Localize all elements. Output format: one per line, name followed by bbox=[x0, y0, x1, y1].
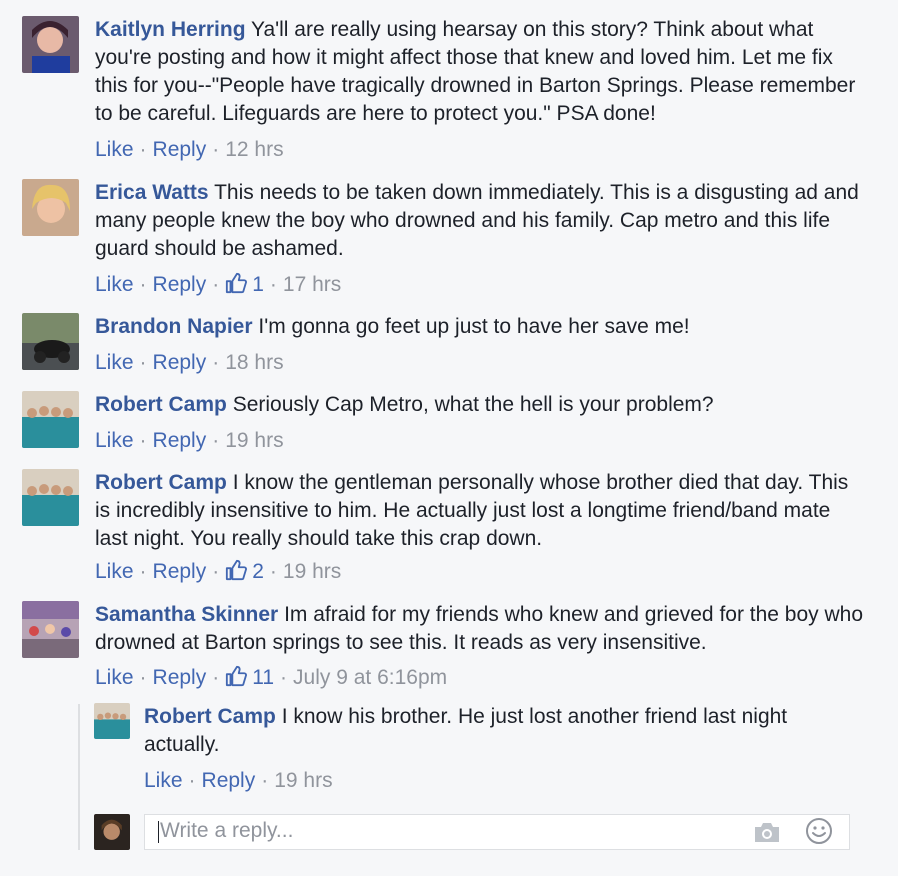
like-button[interactable]: Like bbox=[95, 666, 134, 689]
comment-body: Robert Camp Seriously Cap Metro, what th… bbox=[95, 391, 865, 419]
comment-actions: Like · Reply · 12 hrs bbox=[95, 136, 284, 164]
thumbs-up-icon bbox=[226, 559, 248, 581]
comment-author[interactable]: Samantha Skinner bbox=[95, 603, 278, 626]
like-count[interactable]: 1 bbox=[225, 272, 264, 296]
avatar bbox=[94, 814, 130, 850]
comment-time[interactable]: 18 hrs bbox=[225, 351, 283, 374]
separator: · bbox=[212, 138, 220, 161]
reply-button[interactable]: Reply bbox=[153, 273, 207, 296]
separator: · bbox=[261, 769, 269, 792]
comment-author[interactable]: Robert Camp bbox=[95, 393, 227, 416]
separator: · bbox=[139, 666, 147, 689]
like-count[interactable]: 2 bbox=[225, 559, 264, 583]
avatar[interactable] bbox=[22, 601, 79, 658]
comment-actions: Like · Reply · 18 hrs bbox=[95, 349, 284, 377]
avatar[interactable] bbox=[22, 179, 79, 236]
comment-time[interactable]: 12 hrs bbox=[225, 138, 283, 161]
thumbs-up-icon bbox=[226, 272, 248, 294]
reply-button[interactable]: Reply bbox=[153, 351, 207, 374]
separator: · bbox=[280, 666, 288, 689]
comment-time[interactable]: 19 hrs bbox=[283, 560, 341, 583]
avatar[interactable] bbox=[22, 391, 79, 448]
comment-time[interactable]: 19 hrs bbox=[274, 769, 332, 792]
like-button[interactable]: Like bbox=[95, 351, 134, 374]
comment-author[interactable]: Erica Watts bbox=[95, 181, 209, 204]
avatar[interactable] bbox=[94, 703, 130, 739]
comment-author[interactable]: Kaitlyn Herring bbox=[95, 18, 246, 41]
separator: · bbox=[139, 429, 147, 452]
comment-body: Robert Camp I know his brother. He just … bbox=[144, 703, 844, 759]
like-count-value: 1 bbox=[252, 273, 264, 296]
separator: · bbox=[139, 351, 147, 374]
separator: · bbox=[139, 273, 147, 296]
like-button[interactable]: Like bbox=[95, 138, 134, 161]
reply-button[interactable]: Reply bbox=[202, 769, 256, 792]
comment-text: Seriously Cap Metro, what the hell is yo… bbox=[232, 393, 714, 416]
avatar[interactable] bbox=[22, 16, 79, 73]
comment-body: Samantha Skinner Im afraid for my friend… bbox=[95, 601, 865, 657]
reply-button[interactable]: Reply bbox=[153, 666, 207, 689]
avatar[interactable] bbox=[22, 313, 79, 370]
reply-button[interactable]: Reply bbox=[153, 138, 207, 161]
comment-body: Brandon Napier I'm gonna go feet up just… bbox=[95, 313, 865, 341]
reply-thread-line bbox=[78, 704, 80, 850]
separator: · bbox=[139, 138, 147, 161]
like-button[interactable]: Like bbox=[95, 429, 134, 452]
smiley-icon[interactable] bbox=[805, 817, 833, 845]
comment-body: Erica Watts This needs to be taken down … bbox=[95, 179, 865, 263]
comment-actions: Like · Reply · 19 hrs bbox=[95, 427, 284, 455]
separator: · bbox=[269, 273, 277, 296]
comment-body: Robert Camp I know the gentleman persona… bbox=[95, 469, 865, 553]
like-button[interactable]: Like bbox=[95, 560, 134, 583]
avatar[interactable] bbox=[22, 469, 79, 526]
camera-icon[interactable] bbox=[753, 821, 781, 843]
comment-author[interactable]: Robert Camp bbox=[144, 705, 276, 728]
thumbs-up-icon bbox=[226, 665, 248, 687]
comment-text: This needs to be taken down immediately.… bbox=[95, 181, 859, 260]
like-button[interactable]: Like bbox=[144, 769, 183, 792]
separator: · bbox=[212, 273, 220, 296]
reply-placeholder: Write a reply... bbox=[160, 819, 294, 842]
separator: · bbox=[269, 560, 277, 583]
comment-text: I'm gonna go feet up just to have her sa… bbox=[258, 315, 690, 338]
reply-button[interactable]: Reply bbox=[153, 429, 207, 452]
like-count-value: 2 bbox=[252, 560, 264, 583]
comment-actions: Like · Reply · 19 hrs bbox=[144, 767, 333, 795]
reply-input[interactable]: Write a reply... bbox=[144, 814, 850, 850]
separator: · bbox=[212, 560, 220, 583]
separator: · bbox=[212, 429, 220, 452]
text-caret bbox=[158, 821, 159, 843]
comment-actions: Like · Reply · 2 · 19 hrs bbox=[95, 558, 341, 586]
like-count[interactable]: 11 bbox=[225, 665, 275, 689]
comment-actions: Like · Reply · 11 · July 9 at 6:16pm bbox=[95, 664, 447, 692]
comment-time[interactable]: July 9 at 6:16pm bbox=[293, 666, 447, 689]
like-button[interactable]: Like bbox=[95, 273, 134, 296]
comment-time[interactable]: 19 hrs bbox=[225, 429, 283, 452]
reply-button[interactable]: Reply bbox=[153, 560, 207, 583]
comment-time[interactable]: 17 hrs bbox=[283, 273, 341, 296]
separator: · bbox=[139, 560, 147, 583]
separator: · bbox=[188, 769, 196, 792]
reply-composer: Write a reply... bbox=[94, 814, 854, 852]
comment-author[interactable]: Robert Camp bbox=[95, 471, 227, 494]
separator: · bbox=[212, 351, 220, 374]
comment-author[interactable]: Brandon Napier bbox=[95, 315, 253, 338]
separator: · bbox=[212, 666, 220, 689]
comment-body: Kaitlyn Herring Ya'll are really using h… bbox=[95, 16, 865, 128]
like-count-value: 11 bbox=[252, 666, 275, 689]
comment-actions: Like · Reply · 1 · 17 hrs bbox=[95, 271, 341, 299]
